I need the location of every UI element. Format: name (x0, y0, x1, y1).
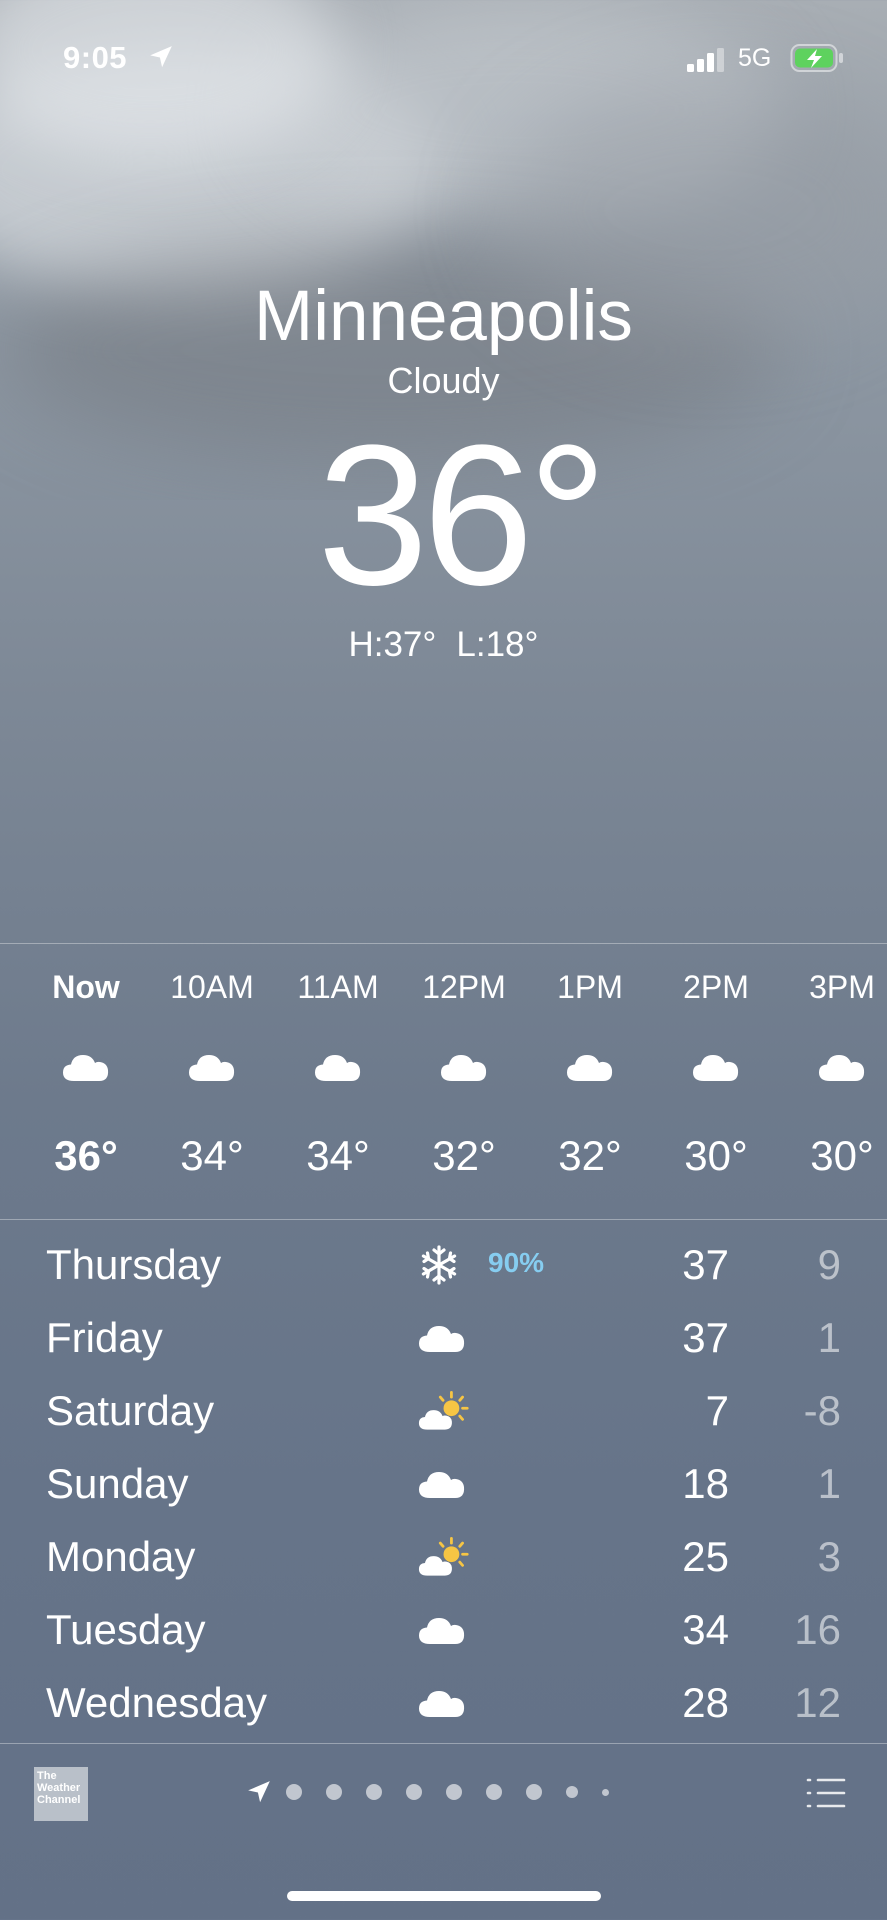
page-dot[interactable] (486, 1784, 502, 1800)
hour-item: 1PM 32° (525, 944, 655, 1186)
hour-item: 3PM 30° (777, 944, 887, 1186)
hour-temp: 36° (54, 1132, 118, 1179)
page-dot[interactable] (446, 1784, 462, 1800)
network-type: 5G (738, 44, 772, 72)
day-name: Friday (46, 1314, 163, 1361)
page-dot[interactable] (406, 1784, 422, 1800)
daily-row: Wednesday 28 12 (0, 1666, 887, 1739)
divider-middle (0, 1219, 887, 1220)
hour-item: 12PM 32° (399, 944, 529, 1186)
hour-label: 3PM (809, 969, 875, 1005)
cloud-icon (651, 1038, 781, 1096)
hour-label: 2PM (683, 969, 749, 1005)
cloud-icon (418, 1607, 470, 1653)
hour-label: 10AM (170, 969, 254, 1005)
hour-temp: 30° (810, 1132, 874, 1179)
location-arrow-icon (150, 46, 172, 68)
hour-label: 1PM (557, 969, 623, 1005)
day-low: 9 (817, 1241, 841, 1288)
snowflake-icon (418, 1242, 470, 1288)
day-low: 1 (817, 1460, 841, 1507)
battery-charging-icon (790, 44, 843, 72)
day-low: -8 (803, 1387, 841, 1434)
daily-row: Monday 25 3 (0, 1520, 887, 1593)
city-name: Minneapolis (254, 277, 633, 356)
day-low: 16 (794, 1606, 841, 1653)
hour-temp: 32° (432, 1132, 496, 1179)
hourly-forecast[interactable]: Now 36° 10AM 34° 11AM 34° 12PM 32° 1PM 3… (0, 944, 887, 1219)
daily-row: Friday 37 1 (0, 1301, 887, 1374)
high-temp: H:37° (348, 625, 437, 664)
divider-bottom (0, 1743, 887, 1744)
low-temp: L:18° (456, 625, 539, 664)
current-weather: Minneapolis Cloudy 36° H:37° L:18° (0, 275, 887, 667)
weather-channel-logo[interactable]: The Weather Channel (34, 1767, 88, 1821)
day-high: 18 (682, 1460, 729, 1507)
hour-temp: 32° (558, 1132, 622, 1179)
cloud-icon (147, 1038, 277, 1096)
hour-label: 11AM (297, 969, 379, 1005)
hour-temp: 34° (180, 1132, 244, 1179)
cellular-signal-icon (687, 48, 724, 72)
daily-row: Tuesday 34 16 (0, 1593, 887, 1666)
day-high: 37 (682, 1314, 729, 1361)
day-low: 12 (794, 1679, 841, 1726)
hour-item: 11AM 34° (273, 944, 403, 1186)
hour-temp: 30° (684, 1132, 748, 1179)
partly-sunny-icon (418, 1388, 470, 1434)
day-low: 1 (817, 1314, 841, 1361)
page-dot[interactable] (366, 1784, 382, 1800)
hour-temp: 34° (306, 1132, 370, 1179)
hour-item: 10AM 34° (147, 944, 277, 1186)
cloud-icon (777, 1038, 887, 1096)
location-arrow-icon[interactable] (246, 1779, 272, 1805)
day-name: Thursday (46, 1241, 222, 1288)
cloud-icon (273, 1038, 403, 1096)
cloud-icon (418, 1315, 470, 1361)
day-name: Monday (46, 1533, 196, 1580)
condition-label: Cloudy (387, 360, 500, 401)
day-high: 34 (682, 1606, 729, 1653)
cloud-icon (418, 1461, 470, 1507)
day-low: 3 (817, 1533, 841, 1580)
day-high: 37 (682, 1241, 729, 1288)
weather-channel-logo-text: The Weather Channel (37, 1770, 81, 1806)
page-indicator[interactable] (246, 1777, 633, 1807)
hour-label: Now (52, 969, 120, 1005)
daily-row: Thursday 90% 37 9 (0, 1228, 887, 1301)
page-dot[interactable] (326, 1784, 342, 1800)
daily-row: Saturday 7 -8 (0, 1374, 887, 1447)
hour-item: 2PM 30° (651, 944, 781, 1186)
daily-row: Sunday 18 1 (0, 1447, 887, 1520)
cloud-icon (418, 1680, 470, 1726)
hour-label: 12PM (422, 969, 506, 1005)
day-name: Tuesday (46, 1606, 206, 1653)
cloud-icon (399, 1038, 529, 1096)
hour-item: Now 36° (21, 944, 151, 1186)
status-time: 9:05 (63, 40, 128, 75)
high-low: H:37° L:18° (0, 623, 887, 667)
day-name: Sunday (46, 1460, 189, 1507)
home-indicator[interactable] (287, 1891, 601, 1901)
day-high: 25 (682, 1533, 729, 1580)
current-temperature: 36° (317, 404, 607, 627)
day-name: Saturday (46, 1387, 215, 1434)
day-name: Wednesday (46, 1679, 268, 1726)
page-dot[interactable] (566, 1786, 578, 1798)
day-high: 7 (705, 1387, 729, 1434)
cloud-icon (525, 1038, 655, 1096)
status-bar: 9:05 5G (0, 40, 887, 84)
precip-chance: 90% (488, 1247, 545, 1278)
day-high: 28 (682, 1679, 729, 1726)
page-dot[interactable] (286, 1784, 302, 1800)
page-dot[interactable] (602, 1788, 609, 1796)
page-dot[interactable] (526, 1784, 542, 1800)
city-list-icon[interactable] (806, 1776, 846, 1810)
partly-sunny-icon (418, 1534, 470, 1580)
cloud-icon (21, 1038, 151, 1096)
